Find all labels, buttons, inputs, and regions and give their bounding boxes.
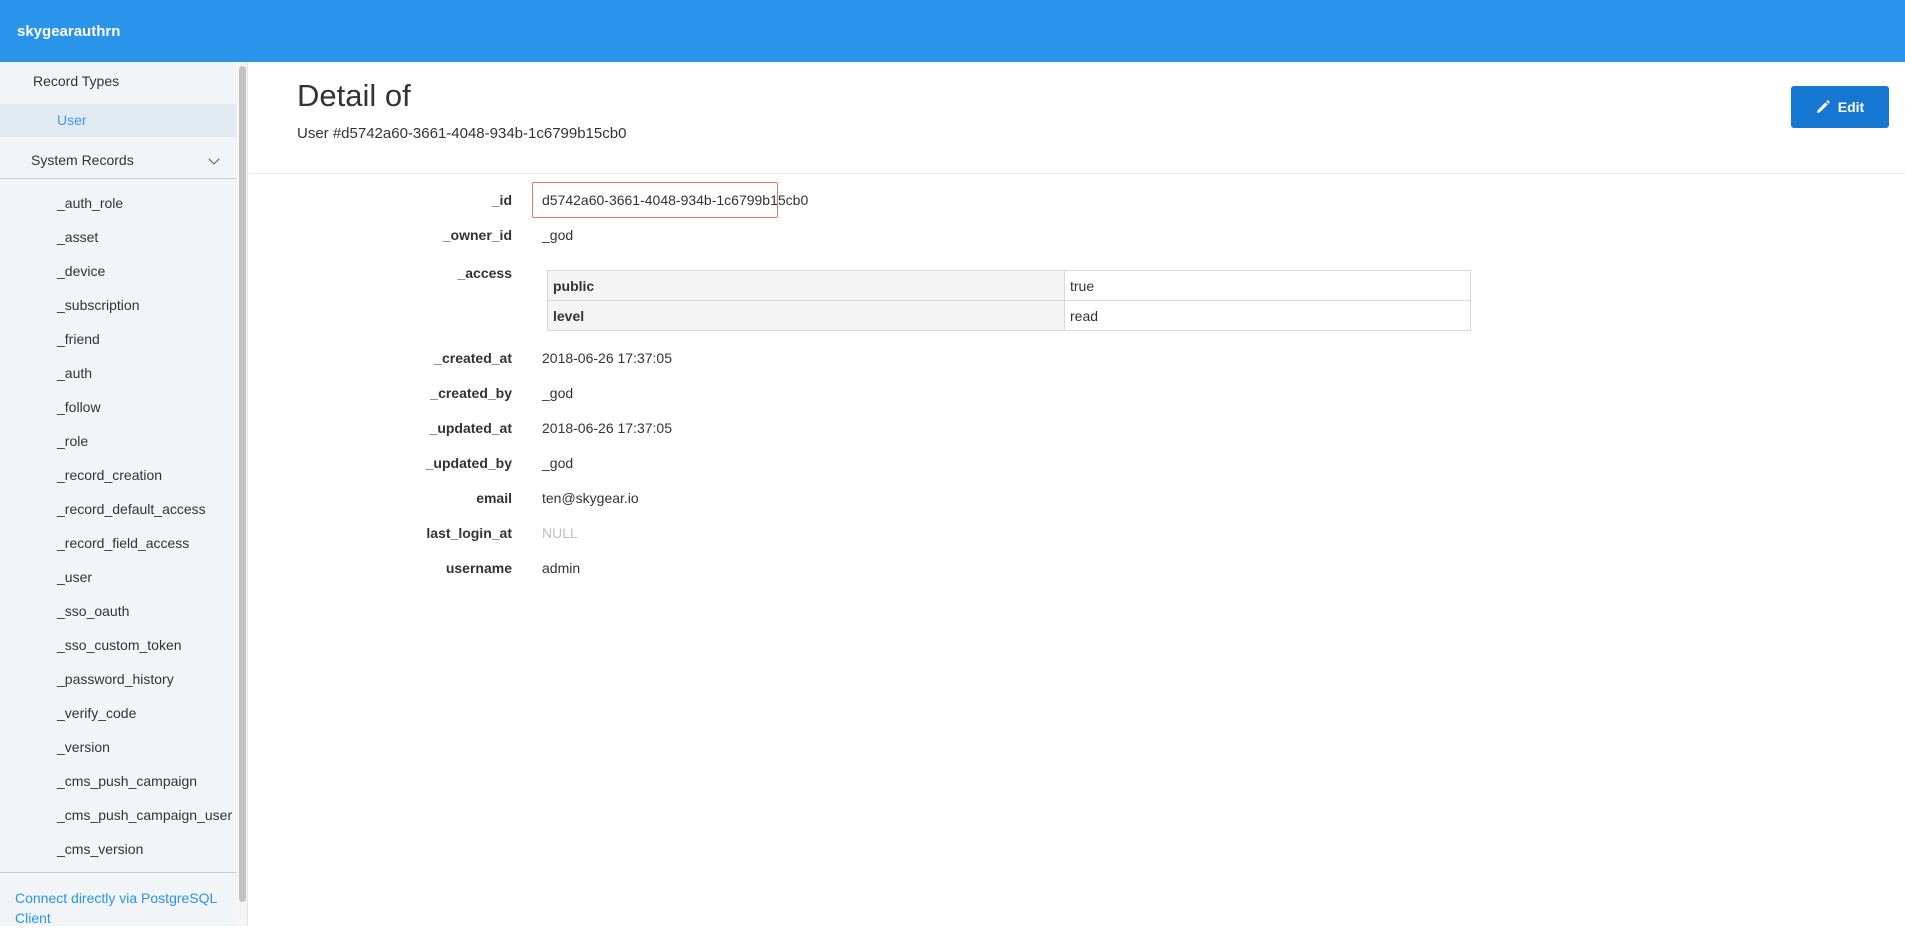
- field-label: _updated_at: [429, 420, 512, 436]
- field-label: _updated_by: [425, 455, 512, 471]
- field-label: email: [476, 490, 512, 506]
- field-value[interactable]: 2018-06-26 17:37:05: [542, 416, 672, 440]
- access-value[interactable]: read: [1064, 300, 1471, 331]
- field-value[interactable]: 2018-06-26 17:37:05: [542, 346, 672, 370]
- sidebar-item-auth[interactable]: _auth: [0, 356, 236, 390]
- field-label: _id: [491, 192, 512, 208]
- chevron-down-icon[interactable]: [208, 153, 220, 165]
- sidebar-item-device[interactable]: _device: [0, 254, 236, 288]
- sidebar-item-user-table[interactable]: _user: [0, 560, 236, 594]
- page-header: Detail of User #d5742a60-3661-4048-934b-…: [249, 62, 1905, 174]
- record-types-header[interactable]: Record Types: [33, 73, 119, 89]
- field-id: _id d5742a60-3661-4048-934b-1c6799b15cb0: [249, 188, 1905, 212]
- sidebar-item-version[interactable]: _version: [0, 730, 236, 764]
- field-label: last_login_at: [426, 525, 512, 541]
- sidebar-scrollbar-thumb[interactable]: [239, 66, 246, 902]
- sidebar-item-subscription[interactable]: _subscription: [0, 288, 236, 322]
- field-created-by: _created_by _god: [249, 381, 1905, 405]
- sidebar-item-cms-version[interactable]: _cms_version: [0, 832, 236, 866]
- field-updated-at: _updated_at 2018-06-26 17:37:05: [249, 416, 1905, 440]
- field-label: _access: [457, 265, 512, 281]
- connect-postgresql-link[interactable]: Connect directly via PostgreSQL Client: [15, 888, 225, 928]
- field-last-login-at: last_login_at NULL: [249, 521, 1905, 545]
- system-records-list: _auth_role _asset _device _subscription …: [0, 186, 236, 866]
- sidebar-item-user[interactable]: User: [0, 104, 236, 137]
- sidebar: Record Types User System Records _auth_r…: [0, 62, 236, 926]
- sidebar-item-cms-push-campaign[interactable]: _cms_push_campaign: [0, 764, 236, 798]
- sidebar-item-auth-role[interactable]: _auth_role: [0, 186, 236, 220]
- field-value[interactable]: NULL: [542, 521, 578, 545]
- access-table: public true level read: [547, 270, 1471, 331]
- page-subtitle: User #d5742a60-3661-4048-934b-1c6799b15c…: [297, 125, 627, 142]
- sidebar-item-record-creation[interactable]: _record_creation: [0, 458, 236, 492]
- sidebar-item-sso-custom-token[interactable]: _sso_custom_token: [0, 628, 236, 662]
- field-value[interactable]: d5742a60-3661-4048-934b-1c6799b15cb0: [542, 188, 808, 212]
- field-label: _created_at: [434, 350, 512, 366]
- sidebar-item-follow[interactable]: _follow: [0, 390, 236, 424]
- app-title[interactable]: skygearauthrn: [17, 23, 120, 40]
- sidebar-divider: [0, 872, 236, 873]
- system-records-toggle[interactable]: System Records: [0, 141, 236, 179]
- edit-button-label: Edit: [1837, 99, 1865, 115]
- access-key: public: [547, 270, 1065, 301]
- field-value[interactable]: _god: [542, 451, 573, 475]
- edit-button[interactable]: Edit: [1791, 86, 1889, 128]
- field-created-at: _created_at 2018-06-26 17:37:05: [249, 346, 1905, 370]
- sidebar-item-record-field-access[interactable]: _record_field_access: [0, 526, 236, 560]
- field-updated-by: _updated_by _god: [249, 451, 1905, 475]
- field-value[interactable]: _god: [542, 223, 573, 247]
- pencil-icon: [1816, 100, 1830, 113]
- access-key: level: [547, 300, 1065, 331]
- field-value[interactable]: _god: [542, 381, 573, 405]
- page-title: Detail of: [297, 78, 411, 113]
- field-label: _created_by: [430, 385, 512, 401]
- sidebar-item-verify-code[interactable]: _verify_code: [0, 696, 236, 730]
- sidebar-item-sso-oauth[interactable]: _sso_oauth: [0, 594, 236, 628]
- field-value[interactable]: admin: [542, 556, 580, 580]
- access-value[interactable]: true: [1064, 270, 1471, 301]
- field-label: username: [445, 560, 512, 576]
- system-records-label: System Records: [31, 152, 134, 168]
- top-bar: skygearauthrn: [0, 0, 1905, 62]
- field-username: username admin: [249, 556, 1905, 580]
- sidebar-item-friend[interactable]: _friend: [0, 322, 236, 356]
- table-row: level read: [547, 300, 1471, 331]
- field-email: email ten@skygear.io: [249, 486, 1905, 510]
- field-value[interactable]: ten@skygear.io: [542, 486, 639, 510]
- sidebar-item-password-history[interactable]: _password_history: [0, 662, 236, 696]
- field-owner-id: _owner_id _god: [249, 223, 1905, 247]
- sidebar-item-asset[interactable]: _asset: [0, 220, 236, 254]
- sidebar-item-record-default-access[interactable]: _record_default_access: [0, 492, 236, 526]
- record-detail: Detail of User #d5742a60-3661-4048-934b-…: [249, 62, 1905, 926]
- field-label: _owner_id: [442, 227, 512, 243]
- sidebar-item-role[interactable]: _role: [0, 424, 236, 458]
- table-row: public true: [547, 270, 1471, 301]
- sidebar-item-cms-push-campaign-user[interactable]: _cms_push_campaign_user: [0, 798, 236, 832]
